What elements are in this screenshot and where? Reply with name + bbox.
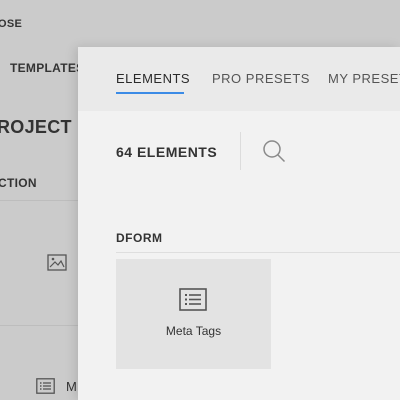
category-title: DFORM xyxy=(116,231,163,245)
list-icon xyxy=(179,288,207,311)
divider xyxy=(240,132,241,170)
search-icon[interactable] xyxy=(262,139,286,163)
tab-pro-presets[interactable]: PRO PRESETS xyxy=(212,71,310,86)
tab-bar: ELEMENTS PRO PRESETS MY PRESETS xyxy=(78,47,400,111)
project-title: ROJECT D xyxy=(0,117,91,137)
element-card-meta-tags[interactable]: Meta Tags xyxy=(116,259,271,369)
close-button[interactable]: OSE xyxy=(0,18,22,30)
divider xyxy=(116,252,400,253)
elements-modal: ELEMENTS PRO PRESETS MY PRESETS 64 ELEME… xyxy=(78,47,400,400)
active-tab-indicator xyxy=(116,92,184,94)
image-icon[interactable] xyxy=(47,254,67,271)
templates-button[interactable]: TEMPLATES xyxy=(10,61,84,75)
tab-my-presets[interactable]: MY PRESETS xyxy=(328,71,400,86)
element-count: 64 ELEMENTS xyxy=(116,144,218,160)
divider xyxy=(0,200,78,201)
section-label: CTION xyxy=(0,176,37,190)
divider xyxy=(0,325,78,326)
list-item-label: M xyxy=(66,379,77,394)
tab-elements[interactable]: ELEMENTS xyxy=(116,71,190,86)
element-label: Meta Tags xyxy=(165,324,222,338)
list-icon[interactable] xyxy=(36,378,55,394)
